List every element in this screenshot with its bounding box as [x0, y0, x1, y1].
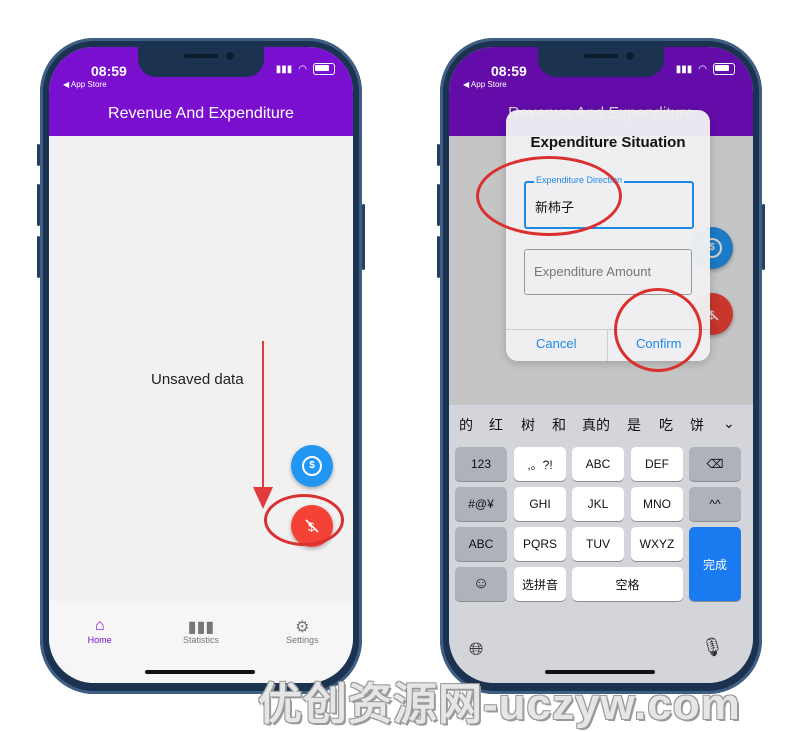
- battery-icon: [713, 63, 735, 75]
- bar-chart-icon: ▮▮▮: [187, 619, 215, 636]
- key-ghi[interactable]: GHI: [514, 487, 566, 521]
- status-icons: ▮▮▮ ◠: [276, 63, 335, 75]
- gear-icon: ⚙: [295, 619, 310, 636]
- add-income-button[interactable]: $: [291, 445, 333, 487]
- signal-icon: ▮▮▮: [675, 63, 693, 75]
- volume-down-button: [437, 236, 440, 278]
- key-jkl[interactable]: JKL: [572, 487, 624, 521]
- back-to-app-link[interactable]: ◀ App Store: [463, 80, 507, 89]
- volume-down-button: [37, 236, 40, 278]
- right-screen: Revenue And Expenditure $ $ 08:59 ◀ App …: [449, 47, 753, 683]
- unsaved-data-text: Unsaved data: [151, 371, 244, 388]
- key-abc-mode[interactable]: ABC: [455, 527, 507, 561]
- candidate[interactable]: 吃: [659, 415, 673, 435]
- nav-home[interactable]: ⌂ Home: [49, 601, 150, 683]
- dialog-title: Expenditure Situation: [530, 134, 686, 151]
- annotation-ellipse-direction-field: [476, 156, 622, 236]
- mute-switch: [437, 144, 440, 166]
- emoji-key[interactable]: ☺: [455, 567, 507, 601]
- watermark-text: 优创资源网-uczyw.com: [258, 680, 741, 729]
- key-symbols[interactable]: #@¥: [455, 487, 507, 521]
- candidate[interactable]: 红: [489, 415, 503, 435]
- wifi-icon: ◠: [698, 63, 707, 75]
- notch: [138, 47, 264, 77]
- signal-icon: ▮▮▮: [275, 63, 293, 75]
- annotation-arrow-line: [262, 341, 264, 501]
- expenditure-amount-placeholder: Expenditure Amount: [534, 264, 652, 279]
- microphone-icon[interactable]: 🎙︎: [701, 637, 724, 658]
- key-emoticon[interactable]: ^^: [689, 487, 741, 521]
- back-to-app-link[interactable]: ◀ App Store: [63, 80, 107, 89]
- key-pinyin-select[interactable]: 选拼音: [514, 567, 566, 601]
- nav-settings-label: Settings: [286, 635, 319, 645]
- key-pqrs[interactable]: PQRS: [514, 527, 566, 561]
- annotation-ellipse-expense-button: [264, 494, 344, 546]
- globe-icon[interactable]: 🌐︎: [469, 639, 483, 660]
- key-def[interactable]: DEF: [631, 447, 683, 481]
- home-icon: ⌂: [94, 617, 105, 634]
- key-123[interactable]: 123: [455, 447, 507, 481]
- key-abc[interactable]: ABC: [572, 447, 624, 481]
- candidate-bar: 的 红 树 和 真的 是 吃 饼 ⌄: [449, 405, 753, 441]
- keyboard: 的 红 树 和 真的 是 吃 饼 ⌄ 123 ,。?! ABC DEF ⌫ #@…: [449, 405, 753, 683]
- nav-statistics-label: Statistics: [182, 635, 219, 645]
- chevron-down-icon[interactable]: ⌄: [723, 415, 735, 432]
- space-key[interactable]: 空格: [572, 567, 683, 601]
- nav-home-label: Home: [87, 635, 112, 645]
- key-wxyz[interactable]: WXYZ: [631, 527, 683, 561]
- home-indicator: [145, 670, 255, 674]
- right-phone: Revenue And Expenditure $ $ 08:59 ◀ App …: [437, 38, 765, 694]
- page-title: Revenue And Expenditure: [108, 105, 294, 122]
- candidate[interactable]: 真的: [582, 415, 610, 435]
- status-icons: ▮▮▮ ◠: [676, 63, 735, 75]
- power-button: [762, 204, 765, 270]
- dialog-button-divider: [607, 329, 608, 361]
- status-time: 08:59: [491, 63, 527, 79]
- candidate[interactable]: 饼: [690, 415, 704, 435]
- key-mno[interactable]: MNO: [631, 487, 683, 521]
- left-phone: Revenue And Expenditure 08:59 ◀ App Stor…: [37, 38, 365, 694]
- wifi-icon: ◠: [298, 63, 307, 75]
- candidate[interactable]: 是: [627, 415, 641, 435]
- power-button: [362, 204, 365, 270]
- status-time: 08:59: [91, 63, 127, 79]
- dollar-circle-icon: $: [302, 456, 322, 476]
- left-screen: Revenue And Expenditure 08:59 ◀ App Stor…: [49, 47, 353, 683]
- cancel-button[interactable]: Cancel: [536, 336, 576, 351]
- candidate[interactable]: 树: [521, 415, 535, 435]
- candidate[interactable]: 和: [552, 415, 566, 435]
- notch: [538, 47, 664, 77]
- done-key[interactable]: 完成: [689, 527, 741, 601]
- volume-up-button: [437, 184, 440, 226]
- backspace-key[interactable]: ⌫: [689, 447, 741, 481]
- volume-up-button: [37, 184, 40, 226]
- key-punct[interactable]: ,。?!: [514, 447, 566, 481]
- battery-icon: [313, 63, 335, 75]
- mute-switch: [37, 144, 40, 166]
- key-tuv[interactable]: TUV: [572, 527, 624, 561]
- annotation-ellipse-confirm-button: [614, 288, 702, 372]
- candidate[interactable]: 的: [459, 415, 473, 435]
